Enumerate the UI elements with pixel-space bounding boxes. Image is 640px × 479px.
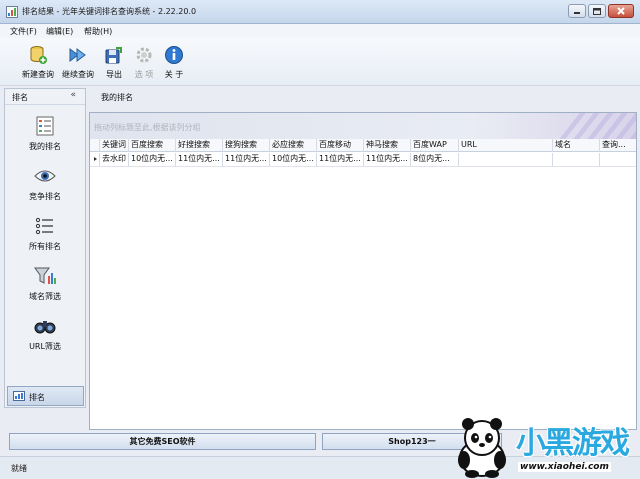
minimize-button[interactable]	[568, 4, 586, 18]
menu-help[interactable]: 帮助(H)	[84, 26, 112, 37]
menu-bar: 文件(F) 编辑(E) 帮助(H)	[0, 24, 640, 38]
tab-my-rank[interactable]: 我的排名	[101, 92, 133, 103]
cell-baidu[interactable]: 10位内无...	[129, 153, 176, 166]
new-query-button[interactable]: 新建查询	[16, 42, 60, 84]
cell-baidu-mobile[interactable]: 11位内无...	[317, 153, 364, 166]
close-icon	[617, 7, 625, 15]
maximize-icon	[593, 7, 601, 15]
sidebar: 排名 « 我的排名 竞争排名 所有排名 域名筛选 URL筛选	[4, 88, 86, 408]
column-header-haosou[interactable]: 好搜搜索	[176, 139, 223, 152]
cell-sogou[interactable]: 11位内无...	[223, 153, 270, 166]
row-indicator-arrow-icon	[90, 153, 100, 166]
cell-shenma[interactable]: 11位内无...	[364, 153, 411, 166]
watermark-brand: 小黑游戏	[516, 426, 630, 461]
sidebar-footer-rank[interactable]: 排名	[7, 386, 84, 406]
table-row[interactable]: 去水印 10位内无... 11位内无... 11位内无... 10位内无... …	[90, 153, 636, 167]
close-button[interactable]	[608, 4, 634, 18]
column-header-shenma[interactable]: 神马搜索	[364, 139, 411, 152]
sidebar-footer-label: 排名	[29, 393, 45, 402]
sidebar-item-label: 所有排名	[29, 242, 61, 251]
about-label: 关 于	[164, 70, 184, 79]
sidebar-header: 排名 «	[5, 89, 85, 105]
title-bar: 排名结果 - 光年关键词排名查询系统 - 2.22.20.0	[0, 0, 640, 24]
new-query-label: 新建查询	[22, 70, 54, 79]
column-header-keyword[interactable]: 关键词	[100, 139, 129, 152]
column-header-bing[interactable]: 必应搜索	[270, 139, 317, 152]
sidebar-item-competitor-rank[interactable]: 竞争排名	[5, 165, 85, 211]
watermark-url: www.xiaohei.com	[518, 462, 611, 472]
sidebar-item-url-filter[interactable]: URL筛选	[5, 315, 85, 361]
sidebar-item-label: 竞争排名	[29, 192, 61, 201]
eye-icon	[34, 165, 56, 187]
cell-haosou[interactable]: 11位内无...	[176, 153, 223, 166]
menu-edit[interactable]: 编辑(E)	[46, 26, 73, 37]
sidebar-item-label: URL筛选	[29, 342, 61, 351]
column-header-sogou[interactable]: 搜狗搜索	[223, 139, 270, 152]
cell-bing[interactable]: 10位内无...	[270, 153, 317, 166]
grid-header: 关键词 百度搜索 好搜搜索 搜狗搜索 必应搜索 百度移动 神马搜索 百度WAP …	[90, 139, 636, 152]
bullet-list-icon	[34, 215, 56, 237]
column-header-baidu-mobile[interactable]: 百度移动	[317, 139, 364, 152]
group-by-panel[interactable]: 拖动列标题至此,根据该列分组	[90, 113, 636, 139]
row-indicator-header	[90, 139, 100, 152]
collapse-sidebar-icon[interactable]: «	[70, 90, 76, 100]
sidebar-item-label: 我的排名	[29, 142, 61, 151]
watermark-logo: 小黑游戏 www.xiaohei.com	[446, 410, 640, 479]
binoculars-icon	[34, 315, 56, 337]
cell-baidu-wap[interactable]: 8位内无...	[411, 153, 459, 166]
column-header-query-time[interactable]: 查询...	[600, 139, 636, 152]
free-seo-software-button[interactable]: 其它免费SEO软件	[9, 433, 316, 450]
group-by-hint: 拖动列标题至此,根据该列分组	[94, 123, 201, 132]
maximize-button[interactable]	[588, 4, 606, 18]
sidebar-item-domain-filter[interactable]: 域名筛选	[5, 265, 85, 311]
rank-panel-icon	[13, 391, 25, 401]
cell-url[interactable]	[459, 153, 553, 166]
sidebar-title: 排名	[12, 93, 28, 102]
panda-mascot-icon	[458, 418, 506, 478]
window-title: 排名结果 - 光年关键词排名查询系统 - 2.22.20.0	[22, 7, 197, 16]
sidebar-item-all-rank[interactable]: 所有排名	[5, 215, 85, 261]
tab-strip: 我的排名	[89, 88, 637, 108]
column-header-baidu-wap[interactable]: 百度WAP	[411, 139, 459, 152]
cell-domain[interactable]	[553, 153, 600, 166]
column-header-url[interactable]: URL	[459, 139, 553, 152]
sidebar-item-my-rank[interactable]: 我的排名	[5, 115, 85, 161]
cell-keyword[interactable]: 去水印	[100, 153, 129, 166]
column-header-baidu[interactable]: 百度搜索	[129, 139, 176, 152]
status-text: 就绪	[11, 464, 27, 473]
column-header-domain[interactable]: 域名	[553, 139, 600, 152]
results-grid: 拖动列标题至此,根据该列分组 关键词 百度搜索 好搜搜索 搜狗搜索 必应搜索 百…	[89, 112, 637, 430]
list-icon	[34, 115, 56, 137]
new-query-icon	[27, 44, 49, 66]
toolbar: 新建查询 继续查询 导出 选 项 关 于	[0, 38, 640, 86]
app-icon	[6, 6, 18, 18]
sidebar-item-label: 域名筛选	[29, 292, 61, 301]
about-button[interactable]: 关 于	[152, 42, 196, 84]
funnel-icon	[34, 265, 56, 287]
about-info-icon	[163, 44, 185, 66]
menu-file[interactable]: 文件(F)	[10, 26, 37, 37]
continue-query-icon	[67, 44, 89, 66]
cell-query-time[interactable]	[600, 153, 636, 166]
minimize-icon	[574, 12, 580, 14]
